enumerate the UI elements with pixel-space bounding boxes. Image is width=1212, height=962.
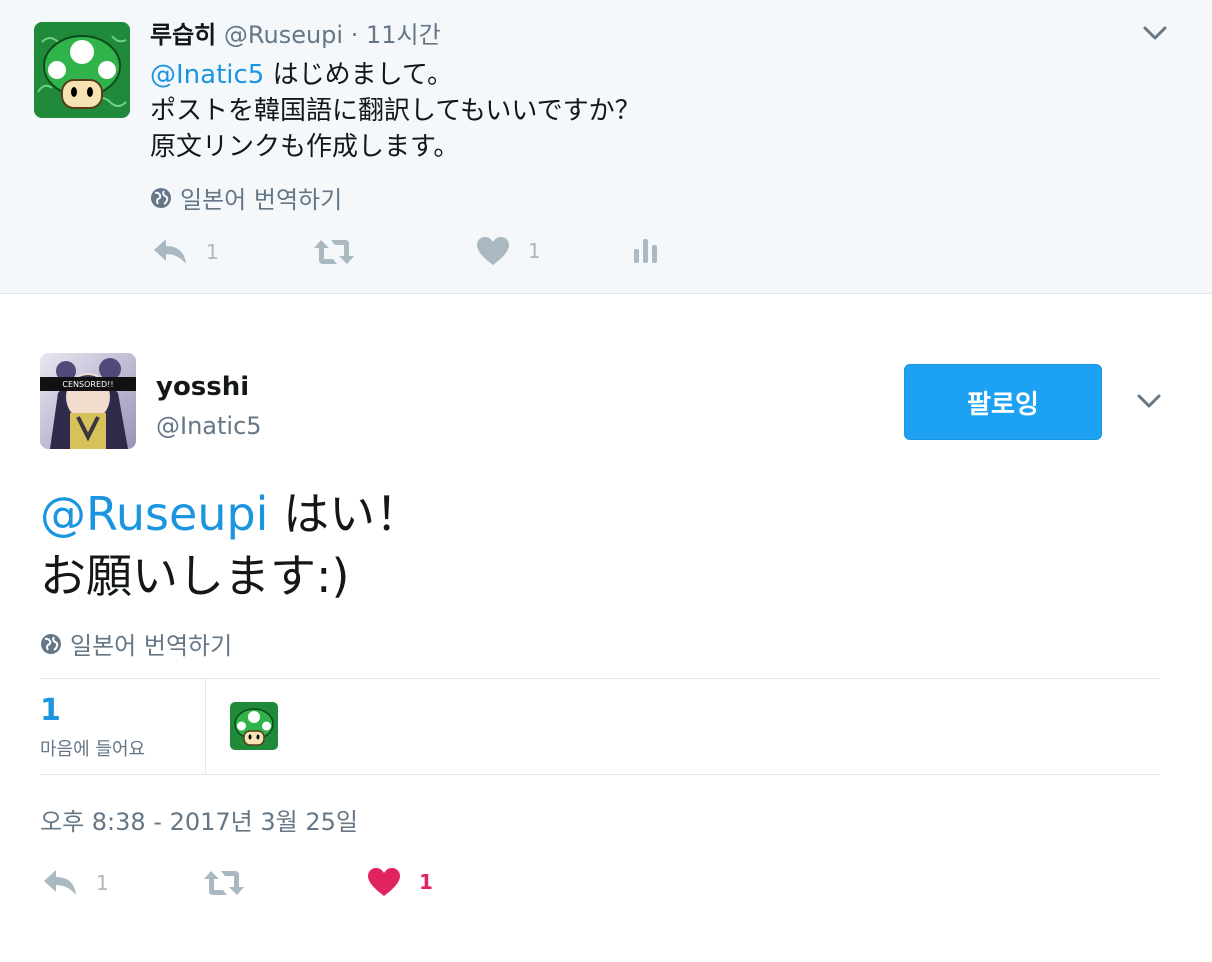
main-text-line1: はい！ (268, 487, 422, 541)
reply-icon (44, 870, 76, 895)
main-tweet-text: @Ruseupi はい！ お願いします:) (40, 483, 421, 607)
parent-tweet-text: @Inatic5 はじめまして。 ポストを韓国語に翻訳してもいいですか？ 原文リ… (150, 57, 641, 165)
likes-stat-count[interactable]: 1 (40, 693, 61, 728)
main-translate-link[interactable]: 일본어 번역하기 (40, 626, 232, 661)
parent-text-line3: 原文リンクも作成します。 (150, 132, 460, 162)
parent-reply-count: 1 (206, 240, 219, 264)
retweet-icon (314, 240, 354, 264)
parent-text-line1: はじめまして。 (264, 60, 454, 90)
main-text-line2: お願いします:) (40, 549, 350, 603)
stats-divider (205, 679, 206, 774)
main-mention-link[interactable]: @Ruseupi (40, 487, 268, 541)
main-display-name[interactable]: yosshi (156, 372, 249, 402)
parent-translate-link[interactable]: 일본어 번역하기 (150, 180, 342, 215)
main-translate-label: 일본어 번역하기 (70, 632, 233, 660)
main-like-count: 1 (419, 870, 433, 894)
parent-tweet-header: 루습히 @Ruseupi · 11시간 (150, 20, 441, 50)
main-reply-count: 1 (96, 871, 109, 895)
avatar-caption: CENSORED!! (62, 380, 113, 389)
tweet-stats: 1 마음에 들어요 (40, 678, 1160, 775)
analytics-icon (634, 239, 657, 263)
likes-stat-label[interactable]: 마음에 들어요 (40, 735, 145, 761)
parent-like-count: 1 (528, 239, 541, 263)
globe-icon (41, 633, 61, 654)
globe-icon (151, 187, 171, 208)
main-retweet-button[interactable] (203, 869, 245, 897)
retweet-icon (204, 871, 244, 895)
heart-icon (368, 868, 400, 896)
main-like-button[interactable]: 1 (367, 867, 433, 897)
parent-handle[interactable]: @Ruseupi (224, 21, 343, 49)
parent-translate-label: 일본어 번역하기 (180, 186, 343, 214)
main-timestamp[interactable]: 오후 8:38 - 2017년 3월 25일 (40, 802, 358, 837)
parent-retweet-button[interactable] (313, 238, 355, 266)
main-reply-button[interactable]: 1 (42, 867, 109, 899)
parent-timestamp[interactable]: 11시간 (366, 21, 441, 49)
parent-mention-link[interactable]: @Inatic5 (150, 60, 264, 90)
chevron-down-icon[interactable] (1142, 25, 1168, 41)
main-handle[interactable]: @Inatic5 (156, 412, 262, 440)
parent-like-button[interactable]: 1 (476, 236, 541, 266)
parent-tweet[interactable]: 루습히 @Ruseupi · 11시간 @Inatic5 はじめまして。 ポスト… (0, 0, 1212, 294)
yosshi-avatar[interactable]: CENSORED!! (40, 353, 136, 449)
parent-reply-button[interactable]: 1 (152, 236, 219, 268)
parent-text-line2: ポストを韓国語に翻訳してもいいですか？ (150, 96, 641, 126)
heart-icon (477, 237, 509, 265)
following-button[interactable]: 팔로잉 (904, 364, 1102, 440)
parent-analytics-button[interactable] (633, 237, 659, 265)
reply-icon (154, 239, 186, 264)
liker-avatar[interactable] (230, 702, 278, 750)
chevron-down-icon[interactable] (1136, 393, 1162, 409)
ruseupi-avatar[interactable] (34, 22, 130, 118)
header-separator: · (350, 21, 359, 49)
parent-display-name[interactable]: 루습히 (150, 21, 216, 49)
